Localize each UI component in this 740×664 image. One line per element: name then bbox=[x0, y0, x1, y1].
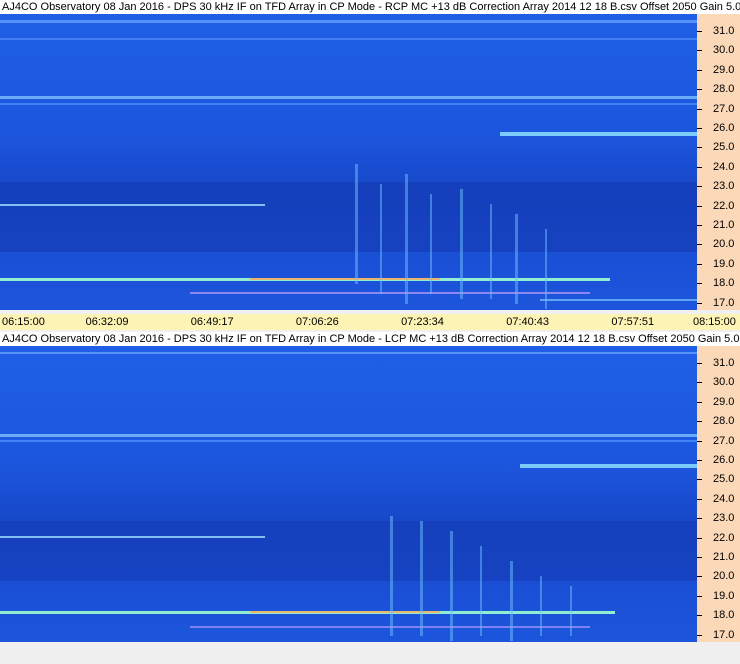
tick-label: 21.0 bbox=[713, 219, 735, 231]
time-tick-label: 08:15:00 bbox=[693, 316, 736, 328]
time-tick-label: 07:06:26 bbox=[295, 316, 339, 328]
rcp-spectrogram-image bbox=[0, 20, 697, 309]
tick-label: 29.0 bbox=[713, 395, 735, 408]
tick-mark bbox=[697, 108, 702, 110]
tick-mark bbox=[697, 498, 702, 500]
tick-mark bbox=[697, 615, 702, 617]
tick-mark bbox=[697, 31, 702, 32]
tick-mark bbox=[697, 479, 702, 481]
tick-mark bbox=[697, 263, 702, 265]
tick-mark bbox=[697, 302, 702, 304]
tick-label: 17.0 bbox=[713, 628, 735, 641]
tick-label: 19.0 bbox=[713, 257, 735, 270]
time-tick-label: 07:23:34 bbox=[401, 316, 444, 328]
tick-mark bbox=[697, 186, 702, 188]
lcp-header: AJ4CO Observatory 08 Jan 2016 - DPS 30 k… bbox=[0, 332, 740, 346]
tick-mark bbox=[697, 147, 702, 149]
lcp-spectrogram-panel: AJ4CO Observatory 08 Jan 2016 - DPS 30 k… bbox=[0, 332, 740, 664]
tick-mark bbox=[697, 166, 702, 168]
time-tick-label: 07:57:51 bbox=[611, 316, 655, 328]
tick-label: 29.0 bbox=[713, 63, 735, 76]
tick-label: 20.0 bbox=[713, 238, 735, 251]
tick-label: 18.0 bbox=[713, 609, 735, 622]
tick-mark bbox=[697, 128, 702, 129]
tick-label: 26.0 bbox=[713, 454, 735, 466]
time-tick-label: 07:40:43 bbox=[506, 316, 550, 328]
rcp-frequency-axis: 31.0 30.0 29.0 28.0 27.0 26.0 25.0 24.0 23.0 22.0… bbox=[697, 14, 740, 310]
lcp-spectrogram bbox=[0, 346, 697, 642]
tick-mark bbox=[697, 50, 702, 52]
lcp-spectrogram-image bbox=[0, 352, 697, 641]
tick-mark bbox=[697, 537, 702, 539]
tick-label: 27.0 bbox=[713, 434, 735, 447]
tick-label: 26.0 bbox=[713, 122, 735, 134]
tick-label: 28.0 bbox=[713, 83, 735, 96]
tick-mark bbox=[697, 244, 702, 246]
tick-mark bbox=[697, 363, 702, 364]
tick-label: 22.0 bbox=[713, 531, 735, 544]
tick-label: 28.0 bbox=[713, 415, 735, 428]
tick-label: 22.0 bbox=[713, 199, 735, 212]
tick-label: 23.0 bbox=[713, 512, 735, 525]
tick-mark bbox=[697, 557, 702, 558]
tick-label: 31.0 bbox=[713, 357, 735, 369]
tick-label: 25.0 bbox=[713, 473, 735, 486]
tick-label: 20.0 bbox=[713, 570, 735, 583]
tick-mark bbox=[697, 382, 702, 384]
tick-label: 24.0 bbox=[713, 492, 735, 505]
lcp-frequency-axis: 31.0 30.0 29.0 28.0 27.0 26.0 25.0 24.0 23.0 22.0… bbox=[697, 346, 740, 642]
rcp-spectrogram-panel: AJ4CO Observatory 08 Jan 2016 - DPS 30 k… bbox=[0, 0, 740, 330]
tick-label: 30.0 bbox=[713, 376, 735, 389]
tick-mark bbox=[697, 518, 702, 520]
rcp-header: AJ4CO Observatory 08 Jan 2016 - DPS 30 k… bbox=[0, 0, 740, 14]
tick-label: 18.0 bbox=[713, 277, 735, 290]
tick-label: 21.0 bbox=[713, 551, 735, 563]
tick-label: 27.0 bbox=[713, 102, 735, 115]
tick-mark bbox=[697, 421, 702, 423]
tick-mark bbox=[697, 69, 702, 71]
tick-mark bbox=[697, 225, 702, 226]
tick-mark bbox=[697, 205, 702, 207]
tick-mark bbox=[697, 401, 702, 403]
tick-label: 23.0 bbox=[713, 180, 735, 193]
tick-mark bbox=[697, 576, 702, 578]
tick-label: 17.0 bbox=[713, 296, 735, 309]
tick-mark bbox=[697, 89, 702, 91]
time-axis: 06:15:00 06:32:09 06:49:17 07:06:26 07:23:34… bbox=[0, 314, 740, 330]
time-tick-label: 06:49:17 bbox=[190, 316, 234, 328]
tick-mark bbox=[697, 595, 702, 597]
tick-label: 24.0 bbox=[713, 160, 735, 173]
tick-label: 30.0 bbox=[713, 44, 735, 57]
tick-mark bbox=[697, 283, 702, 285]
tick-mark bbox=[697, 440, 702, 442]
tick-label: 19.0 bbox=[713, 589, 735, 602]
tick-mark bbox=[697, 460, 702, 461]
time-tick-label: 06:32:09 bbox=[85, 316, 129, 328]
rcp-spectrogram bbox=[0, 14, 697, 310]
tick-mark bbox=[697, 634, 702, 636]
tick-label: 25.0 bbox=[713, 141, 735, 154]
tick-label: 31.0 bbox=[713, 25, 735, 37]
time-tick-label: 06:15:00 bbox=[2, 316, 45, 328]
